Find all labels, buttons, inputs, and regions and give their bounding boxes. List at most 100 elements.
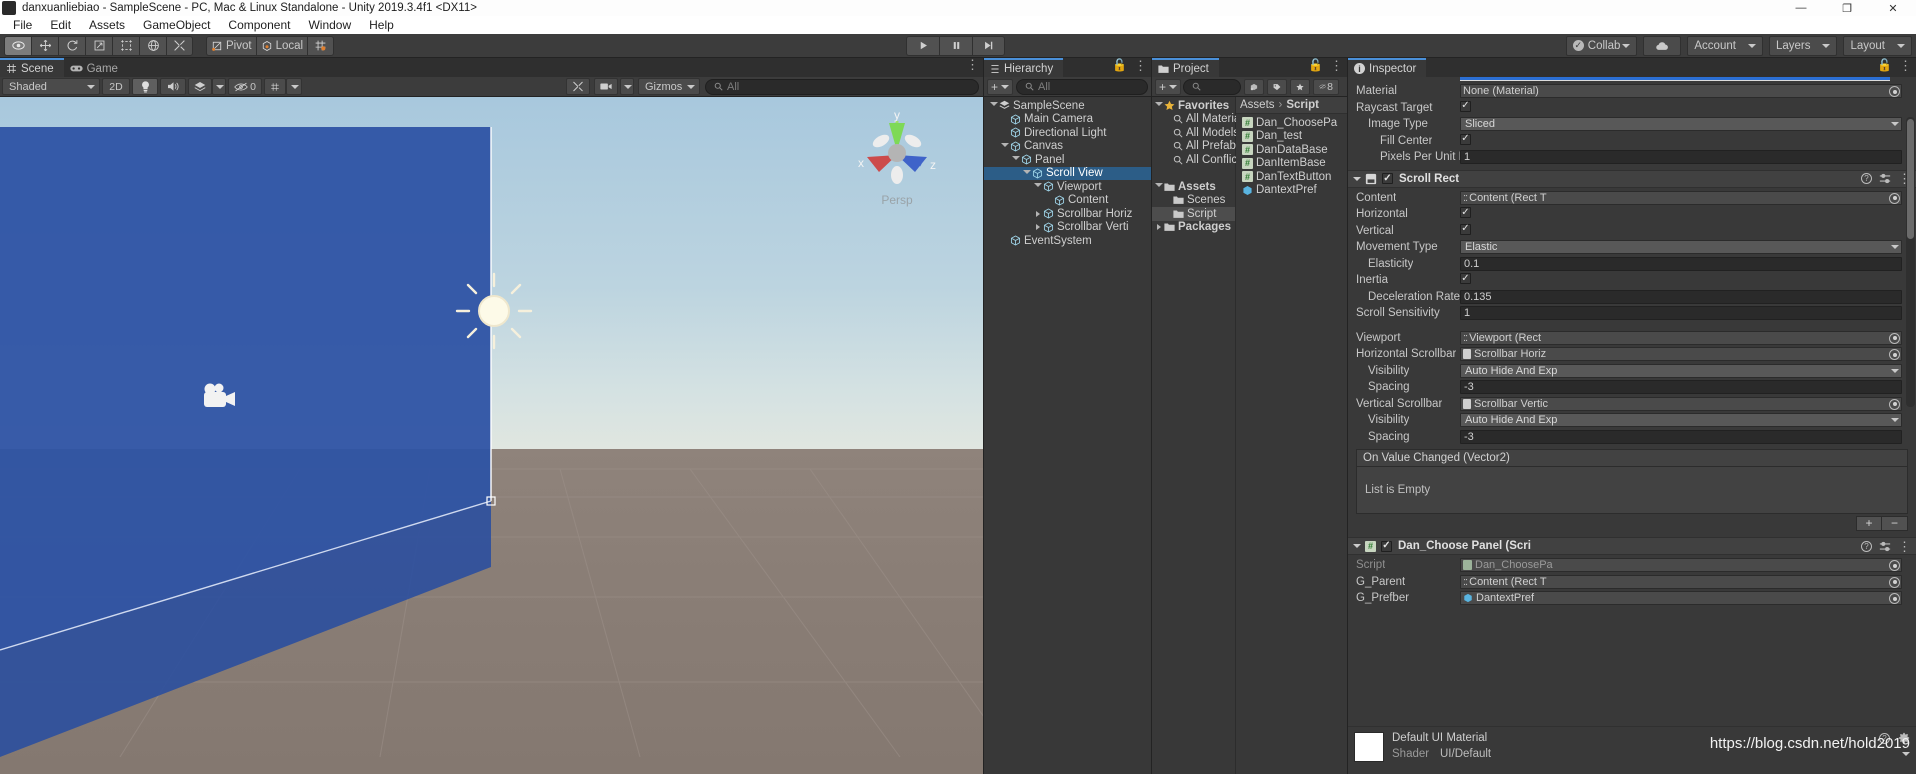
menu-item-gameobject[interactable]: GameObject [134,16,219,34]
script-object-field[interactable]: Dan_ChoosePa [1460,558,1902,573]
inspector-body[interactable]: Material None (Material) Raycast Target ✓ Im… [1348,77,1916,774]
project-tree-item-all-models[interactable]: All Models [1152,126,1239,140]
project-file-danitembase[interactable]: # DanItemBase [1236,157,1347,171]
breadcrumb-script[interactable]: Script [1286,99,1319,111]
menu-item-window[interactable]: Window [299,16,360,34]
maximize-button[interactable]: ❐ [1824,0,1870,16]
elasticity-input[interactable]: 0.1 [1460,256,1902,271]
project-tree-item-scenes[interactable]: Scenes [1152,194,1235,208]
object-picker-icon[interactable] [1889,576,1900,588]
project-tree[interactable]: Favorites All Materia All Models All Prefab… [1152,97,1242,774]
project-file-dan_test[interactable]: # Dan_test [1236,130,1347,144]
scene-fx-toggle[interactable] [188,78,212,95]
scene-audio-toggle[interactable] [160,78,186,95]
g-parent-object-field[interactable]: :: Content (Rect T [1460,574,1902,589]
lock-icon[interactable]: 🔓 [1112,59,1127,71]
help-icon[interactable]: ? [1861,173,1872,184]
object-picker-icon[interactable] [1889,332,1900,344]
disclosure-triangle[interactable] [1032,210,1043,217]
scene-search-input[interactable]: All [705,78,979,95]
hierarchy-more-icon[interactable]: ⋮ [1134,59,1147,72]
disclosure-triangle[interactable] [1153,102,1164,109]
project-tree-item-all-prefabs[interactable]: All Prefabs [1152,140,1242,154]
directional-light-gizmo[interactable] [455,272,533,350]
scene-camera-button[interactable] [594,78,618,95]
project-file-pane[interactable]: Assets › Script # Dan_ChoosePa # Dan_test # D… [1236,97,1347,774]
project-file-dandatabase[interactable]: # DanDataBase [1236,143,1347,157]
scroll-sensitivity-input[interactable]: 1 [1460,306,1902,321]
component-header-dan-choose-panel[interactable]: # ✓ Dan_Choose Panel (Scri ? ⋮ [1348,537,1916,555]
account-button[interactable]: Account [1687,35,1763,56]
gizmos-dropdown[interactable]: Gizmos [638,78,700,95]
project-tree-item-all-materia[interactable]: All Materia [1152,113,1240,127]
breadcrumb-assets[interactable]: Assets [1240,99,1275,111]
visibility-dropdown[interactable]: Auto Hide And Exp [1460,413,1902,428]
project-search-input[interactable] [1183,78,1242,95]
movement-type-dropdown[interactable]: Elastic [1460,240,1902,255]
image-type-dropdown[interactable]: Sliced [1460,117,1902,132]
project-tree-item-assets[interactable]: Assets [1152,180,1235,194]
project-file-dan_choosepa[interactable]: # Dan_ChoosePa [1236,116,1347,130]
project-file-dantextbutton[interactable]: # DanTextButton [1236,170,1347,184]
scene-grid-dropdown[interactable] [286,78,302,95]
scene-camera-dropdown[interactable] [620,78,634,95]
disclosure-triangle[interactable] [1153,183,1164,190]
hierarchy-tree[interactable]: SampleScene Main Camera Directional Light C… [984,97,1151,774]
hierarchy-item-samplescene[interactable]: SampleScene [984,99,1151,113]
spacing-input[interactable]: -3 [1460,380,1902,395]
chevron-down-icon[interactable] [1353,544,1361,548]
scene-tools-button[interactable] [566,78,590,95]
content-object-field[interactable]: :: Content (Rect T [1460,190,1902,205]
custom-tool-button[interactable] [166,35,193,56]
color-field-clipped[interactable] [1460,77,1890,81]
disclosure-triangle[interactable] [1153,224,1164,231]
project-tree-item-favorites[interactable]: Favorites [1152,99,1235,113]
hierarchy-item-viewport[interactable]: Viewport [984,180,1151,194]
toggle-2d-button[interactable]: 2D [102,78,130,95]
scale-tool-button[interactable] [85,35,112,56]
horizontal-checkbox[interactable]: ✓ [1460,207,1471,219]
hierarchy-add-button[interactable]: + [987,78,1014,95]
rect-tool-button[interactable] [112,35,139,56]
play-button[interactable] [906,35,939,56]
disclosure-triangle[interactable] [1032,183,1043,190]
hierarchy-item-scroll-view[interactable]: Scroll View [984,166,1151,180]
project-filter-type-button[interactable] [1244,78,1265,95]
tab-project[interactable]: Project [1152,58,1219,77]
tab-hierarchy[interactable]: Hierarchy [984,58,1064,77]
project-tree-item-script[interactable]: Script [1152,207,1235,221]
hand-tool-button[interactable] [4,35,31,56]
inspector-more-icon[interactable]: ⋮ [1899,59,1912,72]
scene-more-icon[interactable]: ⋮ [966,58,979,71]
layers-button[interactable]: Layers [1768,35,1838,56]
viewport-object-field[interactable]: :: Viewport (Rect [1460,330,1902,345]
add-listener-button[interactable]: + [1856,515,1882,531]
inspector-scrollbar[interactable] [1906,117,1915,407]
project-add-button[interactable]: + [1155,78,1182,95]
disclosure-triangle[interactable] [999,142,1010,150]
scene-lighting-toggle[interactable] [132,78,158,95]
project-file-dantextpref[interactable]: DantextPref [1236,184,1347,198]
vertical-checkbox[interactable]: ✓ [1460,223,1471,235]
minimize-button[interactable]: — [1778,0,1824,16]
project-tree-item-all-conflict[interactable]: All Conflict [1152,153,1240,167]
space-toggle-button[interactable]: Local [255,35,308,56]
menu-item-edit[interactable]: Edit [41,16,80,34]
persp-label[interactable]: Persp [849,193,945,207]
scene-viewport[interactable]: y x z Persp [0,97,983,774]
hierarchy-item-scrollbar-horiz[interactable]: Scrollbar Horiz [984,207,1151,221]
scene-hidden-objects-toggle[interactable]: 0 [228,78,262,95]
disclosure-triangle[interactable] [1021,169,1032,177]
disclosure-triangle[interactable] [1032,224,1043,231]
script-enabled-checkbox[interactable]: ✓ [1381,540,1392,552]
hierarchy-item-eventsystem[interactable]: EventSystem [984,234,1151,248]
vertical-scrollbar-object-field[interactable]: Scrollbar Vertic [1460,396,1902,411]
project-file-list[interactable]: # Dan_ChoosePa # Dan_test # DanDataBase # DanIt… [1236,114,1347,197]
grid-snap-button[interactable] [307,35,335,56]
pause-button[interactable] [939,35,972,56]
project-hidden-count-button[interactable]: 8 [1313,78,1340,95]
menu-item-file[interactable]: File [4,16,41,34]
collab-button[interactable]: ✓ Collab [1565,35,1638,56]
component-more-icon[interactable]: ⋮ [1898,540,1911,553]
tab-scene[interactable]: Scene [0,58,64,77]
